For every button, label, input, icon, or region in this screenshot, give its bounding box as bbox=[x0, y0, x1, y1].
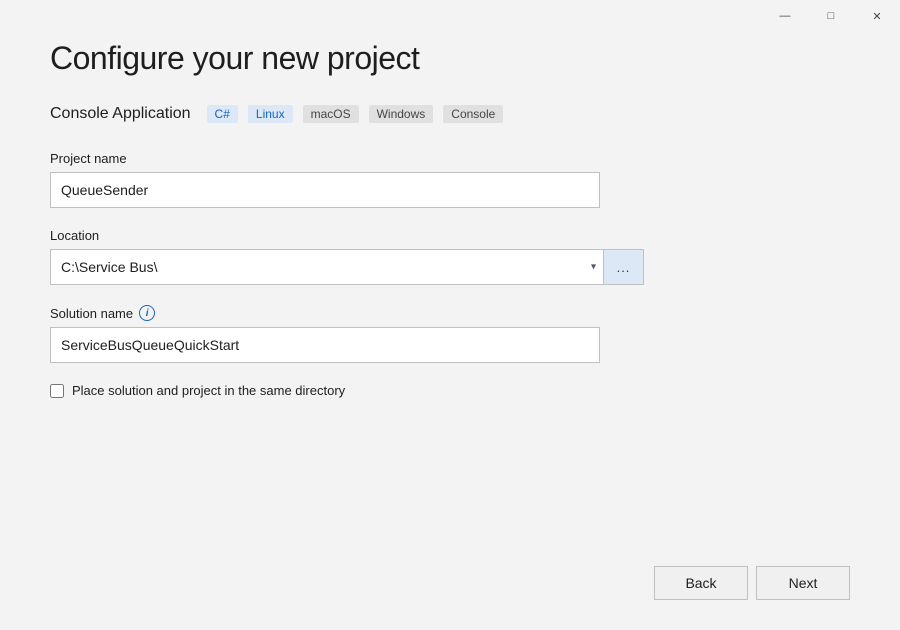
app-type-label: Console Application bbox=[50, 105, 191, 123]
tag-macos: macOS bbox=[303, 105, 359, 123]
back-button[interactable]: Back bbox=[654, 566, 748, 600]
form-section: Project name Location C:\Service Bus\ ▾ … bbox=[50, 151, 850, 546]
location-select-wrapper: C:\Service Bus\ ▾ bbox=[50, 249, 604, 285]
tag-windows: Windows bbox=[369, 105, 434, 123]
maximize-button[interactable]: □ bbox=[808, 0, 854, 32]
location-select[interactable]: C:\Service Bus\ bbox=[50, 249, 604, 285]
project-name-group: Project name bbox=[50, 151, 850, 208]
tag-console: Console bbox=[443, 105, 503, 123]
tag-linux: Linux bbox=[248, 105, 293, 123]
solution-name-label: Solution name i bbox=[50, 305, 850, 321]
main-content: Configure your new project Console Appli… bbox=[0, 0, 900, 630]
next-button[interactable]: Next bbox=[756, 566, 850, 600]
solution-name-input[interactable] bbox=[50, 327, 600, 363]
same-directory-row: Place solution and project in the same d… bbox=[50, 383, 850, 398]
footer: Back Next bbox=[50, 546, 850, 600]
page-title: Configure your new project bbox=[50, 40, 850, 77]
title-bar: — □ ✕ bbox=[762, 0, 900, 32]
same-directory-checkbox[interactable] bbox=[50, 384, 64, 398]
location-row: C:\Service Bus\ ▾ ... bbox=[50, 249, 644, 285]
location-group: Location C:\Service Bus\ ▾ ... bbox=[50, 228, 850, 285]
location-label: Location bbox=[50, 228, 850, 243]
close-button[interactable]: ✕ bbox=[854, 0, 900, 32]
app-type-row: Console Application C# Linux macOS Windo… bbox=[50, 105, 850, 123]
project-name-input[interactable] bbox=[50, 172, 600, 208]
minimize-button[interactable]: — bbox=[762, 0, 808, 32]
solution-name-group: Solution name i bbox=[50, 305, 850, 363]
info-icon: i bbox=[139, 305, 155, 321]
tag-csharp: C# bbox=[207, 105, 238, 123]
browse-button[interactable]: ... bbox=[604, 249, 644, 285]
same-directory-label: Place solution and project in the same d… bbox=[72, 383, 345, 398]
project-name-label: Project name bbox=[50, 151, 850, 166]
